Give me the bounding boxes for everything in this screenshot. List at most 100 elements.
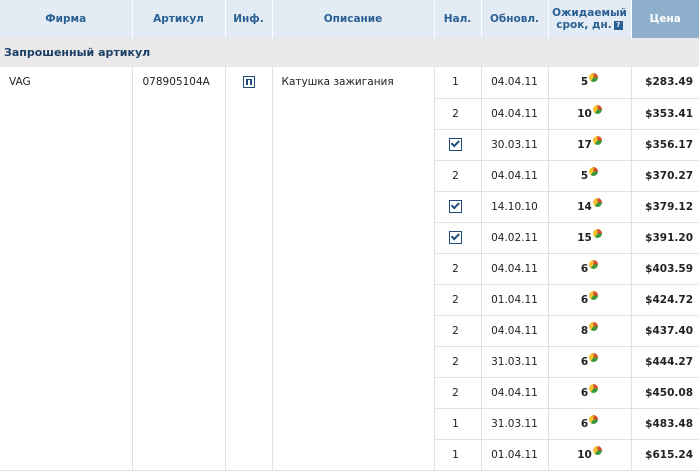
expected-days: 6: [580, 386, 589, 399]
pie-chart-icon[interactable]: [592, 197, 602, 207]
pie-chart-icon[interactable]: [589, 352, 599, 362]
availability-cell: 1: [434, 408, 482, 440]
price-value: $356.17: [645, 138, 693, 151]
updated-cell: 04.04.11: [481, 315, 549, 347]
price-cell[interactable]: $615.24: [631, 439, 699, 471]
header-updated[interactable]: Обновл.: [481, 0, 549, 38]
price-value: $483.48: [645, 417, 693, 430]
help-icon[interactable]: ?: [613, 20, 623, 30]
price-cell[interactable]: $483.48: [631, 408, 699, 440]
expected-days-cell: 10: [548, 98, 632, 130]
availability-cell: 2: [434, 346, 482, 378]
updated-date: 04.04.11: [491, 386, 538, 399]
pie-chart-icon[interactable]: [589, 383, 599, 393]
firm-cell[interactable]: VAG: [0, 67, 133, 471]
expected-days: 8: [580, 324, 589, 337]
article-number: 078905104A: [142, 76, 210, 88]
expected-days-cell: 6: [548, 346, 632, 378]
description-text: Катушка зажигания: [281, 76, 394, 88]
availability-count: 1: [452, 76, 459, 89]
expected-days: 6: [580, 262, 589, 275]
price-value: $403.59: [645, 262, 693, 275]
pie-chart-icon[interactable]: [589, 414, 599, 424]
availability-cell: [434, 191, 482, 223]
updated-date: 04.04.11: [491, 107, 538, 120]
pie-chart-icon[interactable]: [589, 290, 599, 300]
price-cell[interactable]: $391.20: [631, 222, 699, 254]
header-article[interactable]: Артикул: [132, 0, 226, 38]
availability-cell: 2: [434, 160, 482, 192]
pie-chart-icon[interactable]: [592, 228, 602, 238]
availability-cell: 2: [434, 315, 482, 347]
price-value: $450.08: [645, 386, 693, 399]
price-cell[interactable]: $370.27: [631, 160, 699, 192]
price-cell[interactable]: $444.27: [631, 346, 699, 378]
price-value: $370.27: [645, 169, 693, 182]
updated-date: 30.03.11: [491, 138, 538, 151]
price-cell[interactable]: $356.17: [631, 129, 699, 161]
updated-date: 31.03.11: [491, 355, 538, 368]
checkbox-checked-icon: [449, 231, 462, 244]
price-cell[interactable]: $353.41: [631, 98, 699, 130]
pie-chart-icon[interactable]: [592, 135, 602, 145]
expected-days: 6: [580, 417, 589, 430]
parts-table: Фирма Артикул Инф. Описание Нал. Обновл.…: [0, 0, 699, 471]
availability-count: 1: [452, 448, 459, 461]
updated-cell: 31.03.11: [481, 408, 549, 440]
header-expected-line2: срок, дн.: [556, 19, 612, 31]
availability-cell: 2: [434, 377, 482, 409]
table-row[interactable]: VAG 078905104A Катушка зажигания 1 04.04.11 5…: [0, 67, 699, 471]
availability-cell: 2: [434, 284, 482, 316]
availability-count: 2: [452, 355, 459, 368]
availability-cell: 2: [434, 98, 482, 130]
price-value: $437.40: [645, 324, 693, 337]
updated-cell: 04.02.11: [481, 222, 549, 254]
expected-days-cell: 10: [548, 439, 632, 471]
price-value: $353.41: [645, 107, 693, 120]
section-title: Запрошенный артикул: [0, 38, 699, 67]
pie-chart-icon[interactable]: [589, 73, 599, 83]
price-cell[interactable]: $283.49: [631, 67, 699, 99]
pie-chart-icon[interactable]: [592, 445, 602, 455]
updated-cell: 01.04.11: [481, 284, 549, 316]
price-value: $391.20: [645, 231, 693, 244]
table-header: Фирма Артикул Инф. Описание Нал. Обновл.…: [0, 0, 699, 38]
price-value: $424.72: [645, 293, 693, 306]
header-description[interactable]: Описание: [272, 0, 435, 38]
info-icon[interactable]: [242, 76, 255, 88]
price-cell[interactable]: $450.08: [631, 377, 699, 409]
price-value: $283.49: [645, 76, 693, 89]
updated-date: 04.02.11: [491, 231, 538, 244]
updated-date: 31.03.11: [491, 417, 538, 430]
price-cell[interactable]: $379.12: [631, 191, 699, 223]
pie-chart-icon[interactable]: [589, 321, 599, 331]
header-firm[interactable]: Фирма: [0, 0, 133, 38]
updated-date: 04.04.11: [491, 324, 538, 337]
updated-date: 04.04.11: [491, 169, 538, 182]
header-availability[interactable]: Нал.: [434, 0, 482, 38]
expected-days-cell: 5: [548, 67, 632, 99]
updated-cell: 30.03.11: [481, 129, 549, 161]
pie-chart-icon[interactable]: [592, 104, 602, 114]
header-info: Инф.: [225, 0, 273, 38]
price-cell[interactable]: $424.72: [631, 284, 699, 316]
expected-days: 5: [580, 76, 589, 89]
description-cell: Катушка зажигания: [272, 67, 435, 471]
price-cell[interactable]: $437.40: [631, 315, 699, 347]
availability-count: 2: [452, 169, 459, 182]
updated-date: 04.04.11: [491, 76, 538, 89]
expected-days: 14: [577, 200, 592, 213]
header-expected-days[interactable]: Ожидаемый срок, дн.?: [548, 0, 632, 38]
price-cell[interactable]: $403.59: [631, 253, 699, 285]
header-price[interactable]: Цена: [631, 0, 699, 38]
pie-chart-icon[interactable]: [589, 166, 599, 176]
firm-name[interactable]: VAG: [9, 76, 31, 88]
info-cell: [225, 67, 273, 471]
checkbox-checked-icon: [449, 200, 462, 213]
article-cell: 078905104A: [132, 67, 226, 471]
expected-days: 6: [580, 293, 589, 306]
price-value: $379.12: [645, 200, 693, 213]
expected-days-cell: 6: [548, 377, 632, 409]
updated-cell: 04.04.11: [481, 98, 549, 130]
pie-chart-icon[interactable]: [589, 259, 599, 269]
